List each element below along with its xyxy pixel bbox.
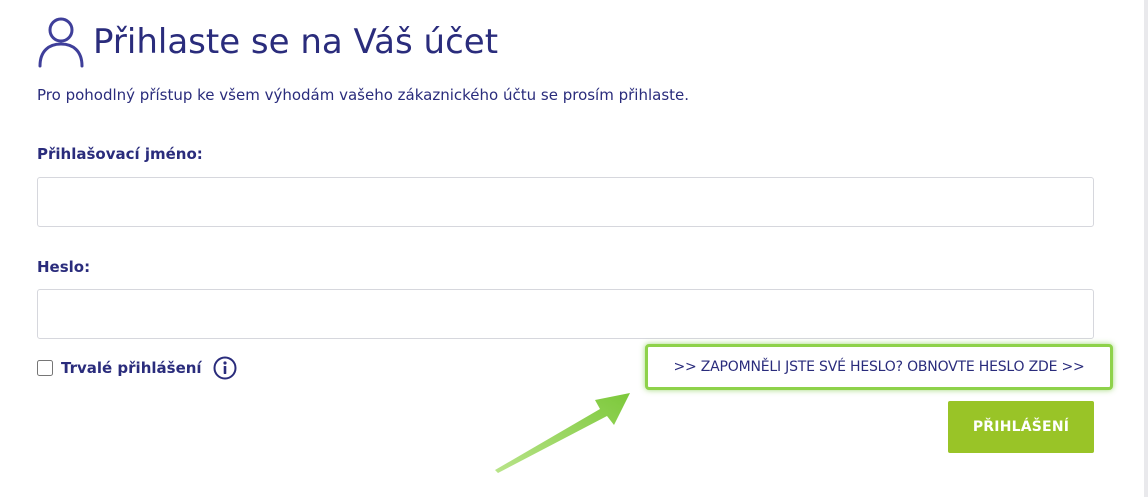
remember-checkbox[interactable] bbox=[37, 360, 53, 376]
forgot-password-highlight: >> ZAPOMNĚLI JSTE SVÉ HESLO? OBNOVTE HES… bbox=[645, 344, 1113, 390]
arrow-icon bbox=[495, 393, 630, 473]
remember-label[interactable]: Trvalé přihlášení bbox=[61, 359, 202, 377]
page-subtitle: Pro pohodlný přístup ke všem výhodám vaš… bbox=[37, 86, 690, 104]
password-input[interactable] bbox=[37, 289, 1094, 339]
remember-login: Trvalé přihlášení bbox=[37, 355, 237, 381]
username-input[interactable] bbox=[37, 177, 1094, 227]
login-button[interactable]: PŘIHLÁŠENÍ bbox=[948, 401, 1094, 453]
forgot-password-link[interactable]: >> ZAPOMNĚLI JSTE SVÉ HESLO? OBNOVTE HES… bbox=[673, 359, 1084, 375]
page-title: Přihlaste se na Váš účet bbox=[93, 22, 499, 62]
info-icon[interactable] bbox=[213, 356, 237, 380]
password-label: Heslo: bbox=[37, 258, 91, 276]
username-label: Přihlašovací jméno: bbox=[37, 145, 203, 163]
page-header: Přihlaste se na Váš účet bbox=[37, 14, 498, 70]
user-icon bbox=[38, 17, 84, 68]
page-edge bbox=[1144, 0, 1148, 497]
